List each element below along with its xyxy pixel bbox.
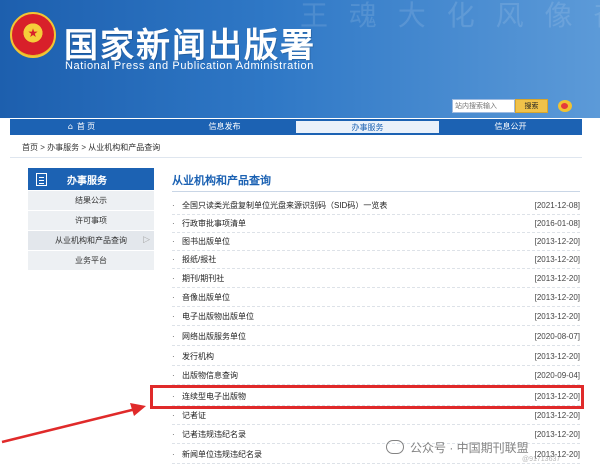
list-item[interactable]: · 图书出版单位 [2013-12-20] bbox=[172, 232, 580, 251]
wechat-icon bbox=[386, 440, 404, 454]
emblem-star-icon: ★ bbox=[27, 26, 39, 41]
list-item[interactable]: · 网络出版服务单位 [2020-08-07] bbox=[172, 327, 580, 346]
list-item-date: [2013-12-20] bbox=[534, 292, 580, 302]
document-icon bbox=[36, 172, 47, 186]
sidebar-item-licensing[interactable]: 许可事项 bbox=[28, 211, 154, 230]
breadcrumb[interactable]: 首页 > 办事服务 > 从业机构和产品查询 bbox=[10, 137, 582, 158]
page-title: 从业机构和产品查询 bbox=[172, 168, 580, 192]
search-button[interactable]: 搜索 bbox=[515, 99, 548, 113]
list-item-label[interactable]: 发行机构 bbox=[182, 351, 535, 362]
main-content: 从业机构和产品查询 · 全国只读类光盘复制单位光盘来源识别码（SID码）一览表 [2… bbox=[172, 168, 580, 464]
search-input[interactable] bbox=[452, 99, 515, 113]
weibo-icon[interactable] bbox=[558, 100, 572, 112]
list-item-label[interactable]: 期刊/期刊社 bbox=[182, 273, 535, 284]
nav-services[interactable]: 办事服务 bbox=[296, 119, 439, 133]
list-item-date: [2013-12-20] bbox=[534, 273, 580, 283]
sidebar-item-org-query[interactable]: 从业机构和产品查询 ▷ bbox=[28, 231, 154, 250]
banner-background-characters: 王 魂 大 化 风 像 奋 飞 书 文 华 bbox=[300, 0, 600, 32]
watermark-sub: @91713637 bbox=[522, 456, 561, 463]
annotation-highlight-box bbox=[150, 385, 584, 409]
list-item-label[interactable]: 音像出版单位 bbox=[182, 292, 535, 303]
bullet-icon: · bbox=[172, 218, 175, 228]
list-item-date: [2016-01-08] bbox=[534, 218, 580, 228]
sidebar: 办事服务 结果公示 许可事项 从业机构和产品查询 ▷ 业务平台 bbox=[28, 168, 154, 270]
bullet-icon: · bbox=[172, 254, 175, 264]
list-item[interactable]: · 行政审批事项清单 [2016-01-08] bbox=[172, 214, 580, 233]
bullet-icon: · bbox=[172, 429, 175, 439]
list-item[interactable]: · 音像出版单位 [2013-12-20] bbox=[172, 288, 580, 307]
list-item-date: [2020-09-04] bbox=[534, 370, 580, 380]
header-banner: 王 魂 大 化 风 像 奋 飞 书 文 华 ★ 国家新闻出版署 National… bbox=[0, 0, 600, 118]
list-item-label[interactable]: 出版物信息查询 bbox=[182, 370, 535, 381]
search-bar: 搜索 bbox=[452, 99, 548, 113]
list-item-date: [2013-12-20] bbox=[534, 351, 580, 361]
bullet-icon: · bbox=[172, 331, 175, 341]
list-item-label[interactable]: 图书出版单位 bbox=[182, 236, 535, 247]
site-title-english: National Press and Publication Administr… bbox=[65, 60, 314, 72]
list-item-label[interactable]: 行政审批事项清单 bbox=[182, 218, 535, 229]
list-item[interactable]: · 期刊/期刊社 [2013-12-20] bbox=[172, 269, 580, 288]
list-item-label[interactable]: 记者证 bbox=[182, 410, 535, 421]
sidebar-title: 办事服务 bbox=[67, 175, 107, 187]
sidebar-item-results[interactable]: 结果公示 bbox=[28, 191, 154, 210]
sidebar-header: 办事服务 bbox=[28, 168, 154, 190]
list-item-label[interactable]: 网络出版服务单位 bbox=[182, 331, 535, 342]
bullet-icon: · bbox=[172, 273, 175, 283]
list-item-date: [2020-08-07] bbox=[534, 331, 580, 341]
bullet-icon: · bbox=[172, 236, 175, 246]
sidebar-item-platform[interactable]: 业务平台 bbox=[28, 251, 154, 270]
bullet-icon: · bbox=[172, 292, 175, 302]
bullet-icon: · bbox=[172, 311, 175, 321]
list-item-date: [2013-12-20] bbox=[534, 311, 580, 321]
list-item[interactable]: · 全国只读类光盘复制单位光盘来源识别码（SID码）一览表 [2021-12-08] bbox=[172, 196, 580, 215]
list-item-label[interactable]: 电子出版物出版单位 bbox=[182, 311, 535, 322]
list-item-label[interactable]: 报纸/报社 bbox=[182, 254, 535, 265]
national-emblem-icon: ★ bbox=[10, 12, 56, 58]
home-icon: ⌂ bbox=[67, 121, 73, 131]
main-nav: ⌂ 首 页 信息发布 办事服务 信息公开 bbox=[10, 119, 582, 135]
watermark-text: 公众号 · 中国期刊联盟 bbox=[410, 440, 529, 455]
arrow-right-icon: ▷ bbox=[143, 235, 150, 245]
nav-home[interactable]: ⌂ 首 页 bbox=[10, 119, 153, 133]
sidebar-item-label: 从业机构和产品查询 bbox=[55, 236, 127, 245]
bullet-icon: · bbox=[172, 410, 175, 420]
annotation-arrow-icon bbox=[1, 403, 146, 444]
bullet-icon: · bbox=[172, 449, 175, 459]
list-item-date: [2013-12-20] bbox=[534, 410, 580, 420]
list-item-date: [2013-12-20] bbox=[534, 236, 580, 246]
watermark: 公众号 · 中国期刊联盟 bbox=[386, 436, 600, 458]
list-item-label[interactable]: 全国只读类光盘复制单位光盘来源识别码（SID码）一览表 bbox=[182, 200, 535, 211]
bullet-icon: · bbox=[172, 200, 175, 210]
list-item-date: [2013-12-20] bbox=[534, 254, 580, 264]
bullet-icon: · bbox=[172, 370, 175, 380]
list-item[interactable]: · 出版物信息查询 [2020-09-04] bbox=[172, 366, 580, 385]
bullet-icon: · bbox=[172, 351, 175, 361]
nav-home-label: 首 页 bbox=[76, 121, 96, 131]
list-item[interactable]: · 发行机构 [2013-12-20] bbox=[172, 347, 580, 366]
list-item[interactable]: · 电子出版物出版单位 [2013-12-20] bbox=[172, 307, 580, 326]
list-item[interactable]: · 报纸/报社 [2013-12-20] bbox=[172, 250, 580, 269]
nav-info-disclosure[interactable]: 信息公开 bbox=[439, 119, 582, 133]
nav-info-release[interactable]: 信息发布 bbox=[153, 119, 296, 133]
list-item-date: [2021-12-08] bbox=[534, 200, 580, 210]
